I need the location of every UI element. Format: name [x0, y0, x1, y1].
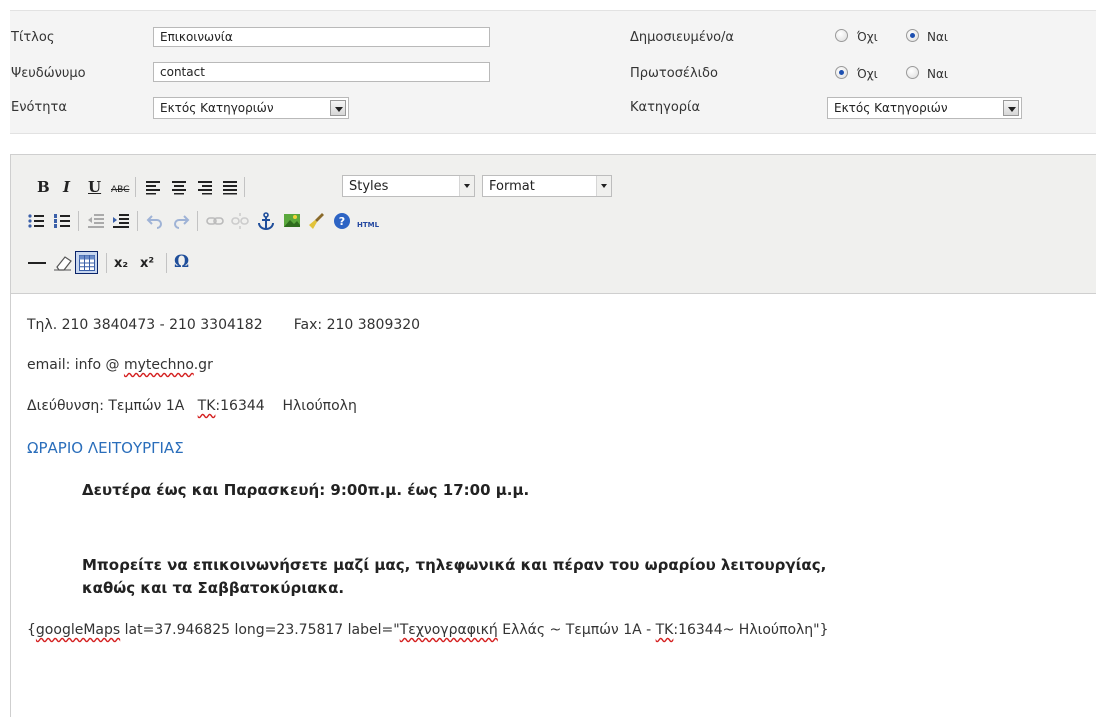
- format-dropdown-value: Format: [489, 179, 535, 194]
- help-icon[interactable]: ?: [333, 212, 351, 230]
- link-icon[interactable]: [206, 212, 224, 230]
- styles-dropdown-value: Styles: [349, 179, 389, 194]
- frontpage-no-label: Όχι: [857, 67, 878, 81]
- alias-input[interactable]: contact: [153, 62, 490, 82]
- category-select-value: Εκτός Κατηγοριών: [834, 101, 948, 115]
- subscript-icon[interactable]: x₂: [114, 255, 128, 273]
- toolbar-separator: [244, 177, 245, 197]
- section-select[interactable]: Εκτός Κατηγοριών: [153, 97, 349, 119]
- alias-label: Ψευδώνυμο: [11, 66, 86, 81]
- title-label: Τίτλος: [11, 30, 55, 45]
- frontpage-label: Πρωτοσέλιδο: [630, 66, 718, 81]
- editor-content[interactable]: Τηλ. 210 3840473 - 210 3304182 Fax: 210 …: [11, 294, 1096, 718]
- email-domain: mytechno: [123, 357, 194, 373]
- googlemaps-plugin-line: {googleMaps lat=37.946825 long=23.75817 …: [27, 622, 829, 638]
- map-end: :16344~ Ηλιούπολη"}: [673, 622, 829, 638]
- section-label: Ενότητα: [11, 100, 67, 115]
- map-coords: lat=37.946825 long=23.75817 label=": [120, 622, 400, 638]
- toolbar-separator: [166, 253, 167, 273]
- align-left-icon[interactable]: [145, 179, 161, 195]
- article-details-panel: Τίτλος Επικοινωνία Ψευδώνυμο contact Ενό…: [10, 10, 1096, 134]
- html-icon[interactable]: HTML: [357, 216, 379, 234]
- bullet-list-icon[interactable]: [27, 212, 45, 230]
- published-no-radio[interactable]: [835, 29, 848, 42]
- frontpage-yes-label: Ναι: [927, 67, 948, 81]
- fax-text: Fax: 210 3809320: [293, 317, 421, 333]
- strikethrough-icon[interactable]: ABC: [111, 181, 129, 199]
- toolbar-separator: [137, 211, 138, 231]
- phone-text: Τηλ. 210 3840473 - 210 3304182: [27, 317, 263, 333]
- outdent-icon[interactable]: [87, 212, 105, 230]
- numbered-list-icon[interactable]: [53, 212, 71, 230]
- hours-heading: ΩΡΑΡΙΟ ΛΕΙΤΟΥΡΓΙΑΣ: [27, 439, 184, 457]
- email-line: email: info @ mytechno.gr: [27, 357, 213, 373]
- rich-text-editor: B I U ABC Styles Format ? HTML x₂ x² Ω Τ…: [10, 154, 1096, 718]
- unlink-icon[interactable]: [231, 212, 249, 230]
- editor-toolbar: B I U ABC Styles Format ? HTML x₂ x² Ω: [11, 155, 1096, 294]
- styles-dropdown[interactable]: Styles: [342, 175, 475, 197]
- chevron-down-icon[interactable]: [459, 176, 474, 196]
- undo-icon[interactable]: [146, 212, 164, 230]
- align-center-icon[interactable]: [171, 179, 187, 195]
- map-plugin-word: googleMaps: [35, 622, 121, 638]
- phone-line: Τηλ. 210 3840473 - 210 3304182 Fax: 210 …: [27, 317, 420, 333]
- published-label: Δημοσιευμένο/α: [630, 30, 735, 45]
- title-input[interactable]: Επικοινωνία: [153, 27, 490, 47]
- indent-icon[interactable]: [112, 212, 130, 230]
- section-select-value: Εκτός Κατηγοριών: [160, 101, 274, 115]
- map-company-word: Τεχνογραφική: [399, 622, 498, 638]
- chevron-down-icon[interactable]: [596, 176, 611, 196]
- image-icon[interactable]: [283, 212, 301, 230]
- superscript-icon[interactable]: x²: [140, 255, 154, 273]
- published-yes-radio[interactable]: [906, 29, 919, 42]
- svg-text:?: ?: [339, 215, 345, 228]
- frontpage-no-radio[interactable]: [835, 66, 848, 79]
- align-right-icon[interactable]: [197, 179, 213, 195]
- email-suffix: .gr: [193, 357, 213, 373]
- frontpage-yes-radio[interactable]: [906, 66, 919, 79]
- horizontal-rule-icon[interactable]: [27, 255, 47, 271]
- category-label: Κατηγορία: [630, 100, 701, 115]
- address-line: Διεύθυνση: Τεμπών 1Α ΤΚ:16344 Ηλιούπολη: [27, 398, 357, 414]
- address-suffix: :16344 Ηλιούπολη: [215, 398, 357, 414]
- omega-icon[interactable]: Ω: [174, 253, 189, 271]
- chevron-down-icon[interactable]: [330, 100, 346, 116]
- anchor-icon[interactable]: [257, 212, 275, 230]
- toolbar-separator: [78, 211, 79, 231]
- published-no-label: Όχι: [857, 30, 878, 44]
- table-icon: [79, 255, 95, 271]
- address-prefix: Διεύθυνση: Τεμπών 1Α: [27, 398, 198, 414]
- redo-icon[interactable]: [172, 212, 190, 230]
- category-select[interactable]: Εκτός Κατηγοριών: [827, 97, 1022, 119]
- table-button[interactable]: [75, 251, 98, 274]
- format-dropdown[interactable]: Format: [482, 175, 612, 197]
- address-tk: ΤΚ: [197, 398, 216, 414]
- contact-text-line1: Μπορείτε να επικοινωνήσετε μαζί μας, τηλ…: [82, 556, 827, 574]
- eraser-icon[interactable]: [53, 254, 73, 272]
- cleanup-icon[interactable]: [308, 212, 326, 230]
- toolbar-separator: [106, 253, 107, 273]
- italic-icon[interactable]: I: [63, 178, 70, 196]
- email-prefix: email: info @: [27, 357, 124, 373]
- toolbar-separator: [197, 211, 198, 231]
- align-justify-icon[interactable]: [222, 179, 238, 195]
- map-address: Ελλάς ~ Τεμπών 1Α -: [497, 622, 656, 638]
- underline-icon[interactable]: U: [88, 178, 101, 196]
- bold-icon[interactable]: B: [37, 178, 50, 196]
- map-open-brace: {: [27, 622, 36, 638]
- hours-text: Δευτέρα έως και Παρασκευή: 9:00π.μ. έως …: [82, 481, 530, 499]
- map-tk: ΤΚ: [655, 622, 674, 638]
- contact-text-line2: καθώς και τα Σαββατοκύριακα.: [82, 579, 345, 597]
- published-yes-label: Ναι: [927, 30, 948, 44]
- chevron-down-icon[interactable]: [1003, 100, 1019, 116]
- toolbar-separator: [135, 177, 136, 197]
